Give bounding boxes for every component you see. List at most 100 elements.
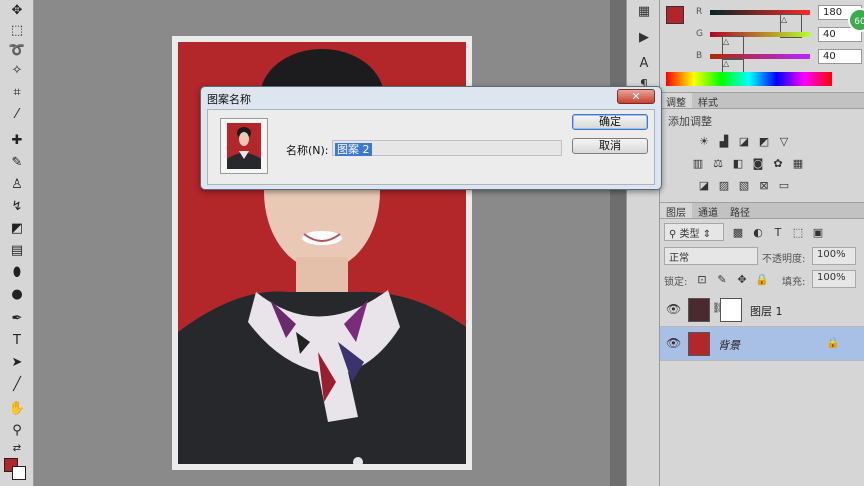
- pixel-filter-icon[interactable]: ▩: [730, 224, 746, 240]
- layer-row[interactable]: 👁 背景 🔒: [660, 327, 864, 361]
- layer-thumbnail: [688, 298, 710, 322]
- quick-select-tool-icon[interactable]: ✧: [6, 60, 28, 80]
- blend-mode-select[interactable]: 正常: [664, 247, 758, 265]
- stamp-tool-icon[interactable]: ♙: [6, 174, 28, 194]
- selective-color-icon[interactable]: ⊠: [756, 177, 772, 193]
- type-tool-icon[interactable]: T: [6, 330, 28, 350]
- lock-label: 锁定:: [664, 277, 688, 288]
- name-label: 名称(N):: [286, 144, 329, 157]
- layer-name: 背景: [718, 339, 740, 352]
- gradient-map-icon[interactable]: ▭: [776, 177, 792, 193]
- history-panel-icon[interactable]: ▦: [632, 0, 656, 22]
- layer-mask-thumbnail[interactable]: [720, 298, 742, 322]
- red-label: R: [696, 7, 703, 17]
- color-panel: R △ 180 G △ 40 B △ 40: [660, 0, 864, 90]
- tab-channels[interactable]: 通道: [692, 203, 724, 219]
- swap-colors-icon[interactable]: ⇄: [6, 438, 28, 458]
- layer-thumbnail: [688, 332, 710, 356]
- pattern-preview-thumbnail: [220, 118, 268, 174]
- hue-saturation-icon[interactable]: ▥: [690, 155, 706, 171]
- history-brush-tool-icon[interactable]: ↯: [6, 196, 28, 216]
- channel-mixer-icon[interactable]: ✿: [770, 155, 786, 171]
- opacity-label: 不透明度:: [762, 254, 806, 265]
- dodge-tool-icon[interactable]: ●: [6, 284, 28, 304]
- lasso-tool-icon[interactable]: ➰: [6, 40, 28, 60]
- fill-input[interactable]: 100%: [812, 270, 856, 288]
- canvas-area: [34, 0, 610, 486]
- adjustment-icons-row-3: ◪ ▨ ▧ ⊠ ▭: [696, 177, 792, 193]
- exposure-icon[interactable]: ◩: [756, 133, 772, 149]
- lock-pixels-icon[interactable]: ✎: [714, 271, 730, 287]
- adjustment-icons-row-2: ▥ ⚖ ◧ ◙ ✿ ▦: [690, 155, 806, 171]
- ok-button[interactable]: 确定: [572, 114, 648, 130]
- blur-tool-icon[interactable]: ⬮: [6, 262, 28, 282]
- tab-styles[interactable]: 样式: [692, 93, 724, 109]
- blue-value-input[interactable]: 40: [818, 49, 862, 64]
- tools-panel: ✥ ⬚ ➰ ✧ ⌗ ⁄ ✚ ✎ ♙ ↯ ◩ ▤ ⬮ ● ✒ T ➤ ╱ ✋ ⚲ …: [0, 0, 34, 486]
- gradient-tool-icon[interactable]: ▤: [6, 240, 28, 260]
- adjustments-panel: 调整 样式 添加调整 ☀ ▟ ◪ ◩ ▽ ▥ ⚖ ◧ ◙ ✿ ▦ ◪ ▨ ▧ ⊠…: [660, 92, 864, 202]
- crop-tool-icon[interactable]: ⌗: [6, 82, 28, 102]
- lock-icon: 🔒: [826, 336, 840, 349]
- eyedropper-tool-icon[interactable]: ⁄: [6, 104, 28, 124]
- zoom-tool-icon[interactable]: ⚲: [6, 420, 28, 440]
- layer-filter-select[interactable]: ⚲ 类型 ⇕: [664, 223, 724, 241]
- levels-icon[interactable]: ▟: [716, 133, 732, 149]
- threshold-icon[interactable]: ▧: [736, 177, 752, 193]
- color-lookup-icon[interactable]: ▦: [790, 155, 806, 171]
- brightness-contrast-icon[interactable]: ☀: [696, 133, 712, 149]
- type-filter-icon[interactable]: T: [770, 224, 786, 240]
- green-label: G: [696, 29, 703, 39]
- adjustment-filter-icon[interactable]: ◐: [750, 224, 766, 240]
- black-white-icon[interactable]: ◧: [730, 155, 746, 171]
- tab-adjustments[interactable]: 调整: [660, 93, 692, 109]
- path-select-tool-icon[interactable]: ➤: [6, 352, 28, 372]
- layer-filter-label: 类型: [679, 229, 700, 240]
- marquee-tool-icon[interactable]: ⬚: [6, 20, 28, 40]
- line-tool-icon[interactable]: ╱: [6, 374, 28, 394]
- pen-tool-icon[interactable]: ✒: [6, 308, 28, 328]
- blue-label: B: [696, 51, 703, 61]
- vibrance-icon[interactable]: ▽: [776, 133, 792, 149]
- layer-name: 图层 1: [750, 305, 783, 318]
- dialog-close-button[interactable]: ✕: [617, 89, 655, 104]
- layer-row[interactable]: 👁 ⛓ 图层 1: [660, 293, 864, 327]
- color-panel-foreground-swatch[interactable]: [666, 6, 684, 24]
- invert-icon[interactable]: ◪: [696, 177, 712, 193]
- lock-all-icon[interactable]: 🔒: [754, 271, 770, 287]
- actions-play-icon[interactable]: ▶: [632, 26, 656, 48]
- smart-object-filter-icon[interactable]: ▣: [810, 224, 826, 240]
- cancel-button[interactable]: 取消: [572, 138, 648, 154]
- right-panels: R △ 180 G △ 40 B △ 40 调整 样式 添加调整 ☀ ▟ ◪ ◩…: [660, 0, 864, 486]
- dialog-body: 名称(N): 图案 2 确定 取消: [207, 109, 655, 185]
- tab-paths[interactable]: 路径: [724, 203, 756, 219]
- background-color-swatch[interactable]: [12, 466, 26, 480]
- tab-layers[interactable]: 图层: [660, 203, 692, 219]
- shape-filter-icon[interactable]: ⬚: [790, 224, 806, 240]
- character-panel-icon[interactable]: A: [632, 52, 656, 74]
- photo-filter-icon[interactable]: ◙: [750, 155, 766, 171]
- healing-brush-tool-icon[interactable]: ✚: [6, 130, 28, 150]
- adjustment-icons-row-1: ☀ ▟ ◪ ◩ ▽: [696, 133, 792, 149]
- visibility-eye-icon[interactable]: 👁: [666, 336, 681, 350]
- hand-tool-icon[interactable]: ✋: [6, 398, 28, 418]
- lock-position-icon[interactable]: ✥: [734, 271, 750, 287]
- panel-separator: [610, 0, 626, 486]
- brush-tool-icon[interactable]: ✎: [6, 152, 28, 172]
- blue-slider-row: B △ 40: [696, 48, 862, 82]
- color-balance-icon[interactable]: ⚖: [710, 155, 726, 171]
- lock-transparent-icon[interactable]: ⊡: [694, 271, 710, 287]
- layers-panel: 图层 通道 路径 ⚲ 类型 ⇕ ▩ ◐ T ⬚ ▣ 正常 不透明度: 100% …: [660, 202, 864, 486]
- dialog-title: 图案名称: [207, 93, 251, 106]
- adjustments-title: 添加调整: [668, 115, 712, 128]
- curves-icon[interactable]: ◪: [736, 133, 752, 149]
- move-tool-icon[interactable]: ✥: [6, 0, 28, 20]
- pattern-name-input[interactable]: 图案 2: [332, 140, 562, 156]
- color-spectrum-bar[interactable]: [666, 72, 832, 86]
- eraser-tool-icon[interactable]: ◩: [6, 218, 28, 238]
- pattern-name-dialog: 图案名称 ✕ 名称(N): 图案 2 确定 取消: [200, 86, 662, 190]
- opacity-input[interactable]: 100%: [812, 247, 856, 265]
- posterize-icon[interactable]: ▨: [716, 177, 732, 193]
- collapsed-panels-bar: ▦ ▶ A ¶: [626, 0, 660, 486]
- visibility-eye-icon[interactable]: 👁: [666, 302, 681, 316]
